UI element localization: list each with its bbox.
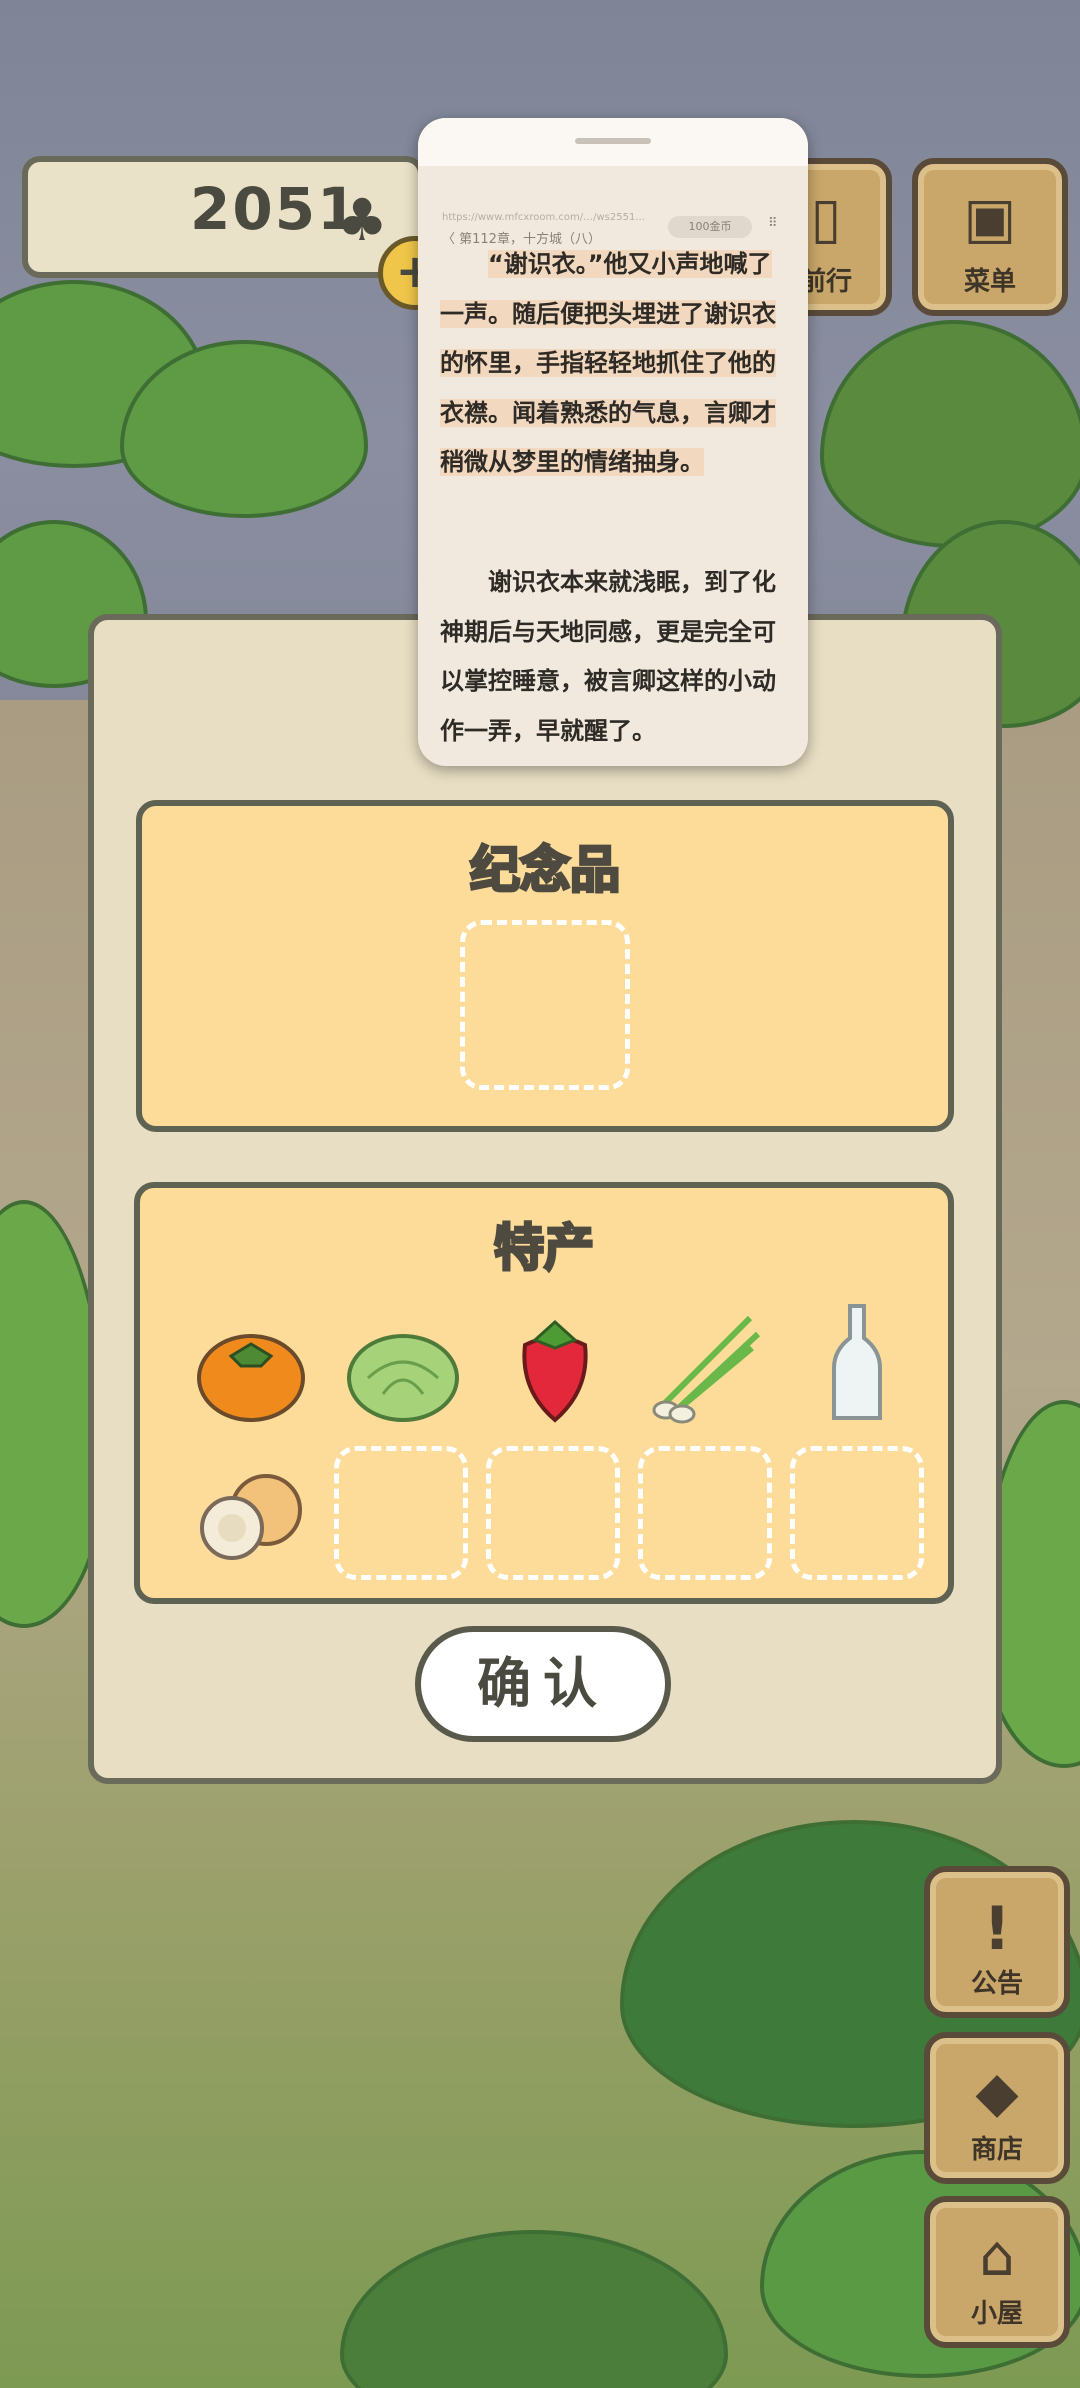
melon-icon[interactable]	[186, 1450, 316, 1580]
green-onion-icon[interactable]	[640, 1298, 770, 1428]
clover-icon: ♣	[336, 186, 388, 254]
reader-paragraph-1: “谢识衣。”他又小声地喊了一声。随后便把头埋进了谢识衣的怀里，手指轻轻地抓住了他…	[440, 250, 776, 476]
confirm-button[interactable]: 确认	[415, 1626, 671, 1742]
specialty-slot[interactable]	[334, 1446, 468, 1580]
specialty-title: 特产	[493, 1218, 596, 1279]
specialty-slot[interactable]	[638, 1446, 772, 1580]
shop-button[interactable]: ◆ 商店	[924, 2032, 1070, 2184]
menu-button[interactable]: ▣ 菜单	[912, 158, 1068, 316]
reader-floating-window[interactable]: https://www.mfcxroom.com/…/ws2551... 〈 第…	[418, 118, 808, 766]
specialty-slot[interactable]	[486, 1446, 620, 1580]
souvenir-title: 纪念品	[469, 840, 622, 901]
souvenir-slot[interactable]	[460, 920, 630, 1090]
grid-icon[interactable]: ⠿	[768, 216, 778, 231]
notice-label: 公告	[970, 1969, 1023, 1999]
reader-url: https://www.mfcxroom.com/…/ws2551...	[442, 212, 645, 223]
souvenir-section: 纪念品	[136, 800, 954, 1132]
notice-button[interactable]: ! 公告	[924, 1866, 1070, 2018]
house-label: 小屋	[970, 2299, 1023, 2329]
house-icon: ⌂	[979, 2224, 1015, 2289]
specialty-section: 特产	[134, 1182, 954, 1604]
coins-pill[interactable]: 100金币	[668, 216, 752, 238]
house-button[interactable]: ⌂ 小屋	[924, 2196, 1070, 2348]
specialty-slot[interactable]	[790, 1446, 924, 1580]
travel-prep-panel: 纪念品 特产	[88, 614, 1002, 1784]
bottle-icon[interactable]	[792, 1298, 922, 1428]
drag-handle[interactable]	[575, 138, 651, 144]
cabbage-icon[interactable]	[338, 1306, 468, 1436]
persimmon-icon[interactable]	[186, 1306, 316, 1436]
reader-paragraph-2: 谢识衣本来就浅眠，到了化神期后与天地同感，更是完全可以掌控睡意，被言卿这样的小动…	[440, 568, 776, 745]
shop-label: 商店	[970, 2135, 1023, 2165]
exclamation-icon: !	[983, 1894, 1011, 1964]
menu-label: 菜单	[963, 267, 1016, 297]
strawberry-icon[interactable]	[490, 1300, 620, 1430]
shop-bags-icon: ◆	[975, 2060, 1019, 2125]
menu-cards-icon: ▣	[963, 186, 1017, 251]
clover-count: 2051	[190, 175, 360, 243]
